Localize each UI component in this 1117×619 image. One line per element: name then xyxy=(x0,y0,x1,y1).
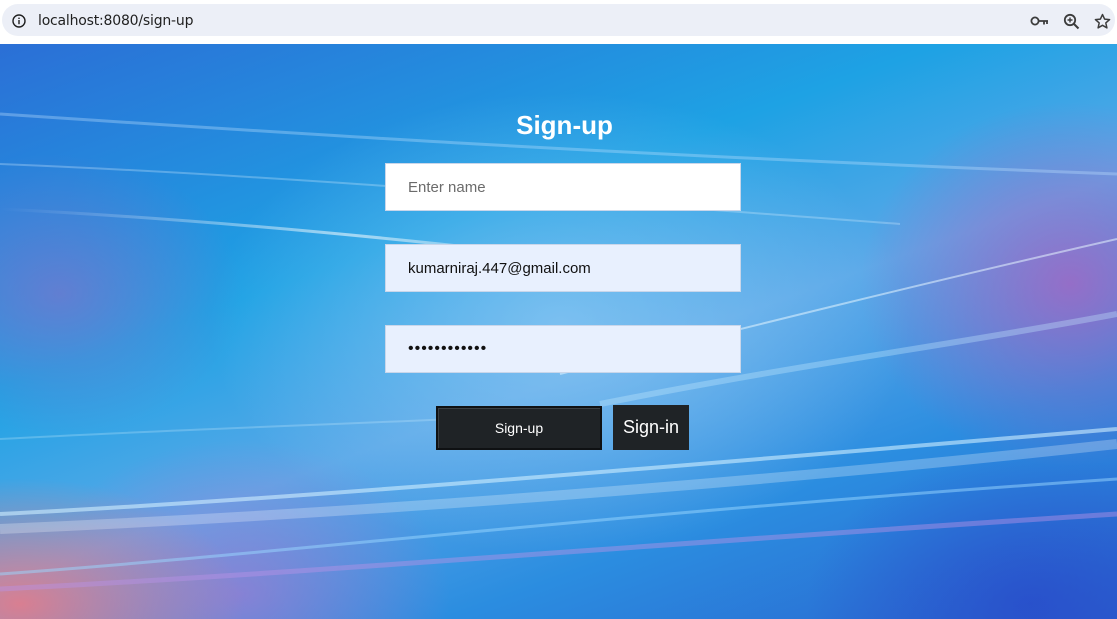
zoom-icon[interactable] xyxy=(1063,13,1080,30)
browser-toolbar: localhost:8080/sign-up xyxy=(0,0,1117,44)
page-title: Sign-up xyxy=(516,110,613,140)
signup-page: Sign-up Sign-up Sign-in xyxy=(0,44,1117,619)
email-input[interactable] xyxy=(385,244,741,292)
signup-button[interactable]: Sign-up xyxy=(436,406,602,450)
star-icon[interactable] xyxy=(1094,13,1111,30)
password-input[interactable] xyxy=(385,325,741,373)
key-icon[interactable] xyxy=(1030,14,1050,28)
signin-button[interactable]: Sign-in xyxy=(613,405,689,450)
name-input[interactable] xyxy=(385,163,741,211)
address-bar[interactable]: localhost:8080/sign-up xyxy=(2,4,1115,36)
site-info-icon[interactable] xyxy=(12,14,26,28)
url-text[interactable]: localhost:8080/sign-up xyxy=(38,12,193,30)
